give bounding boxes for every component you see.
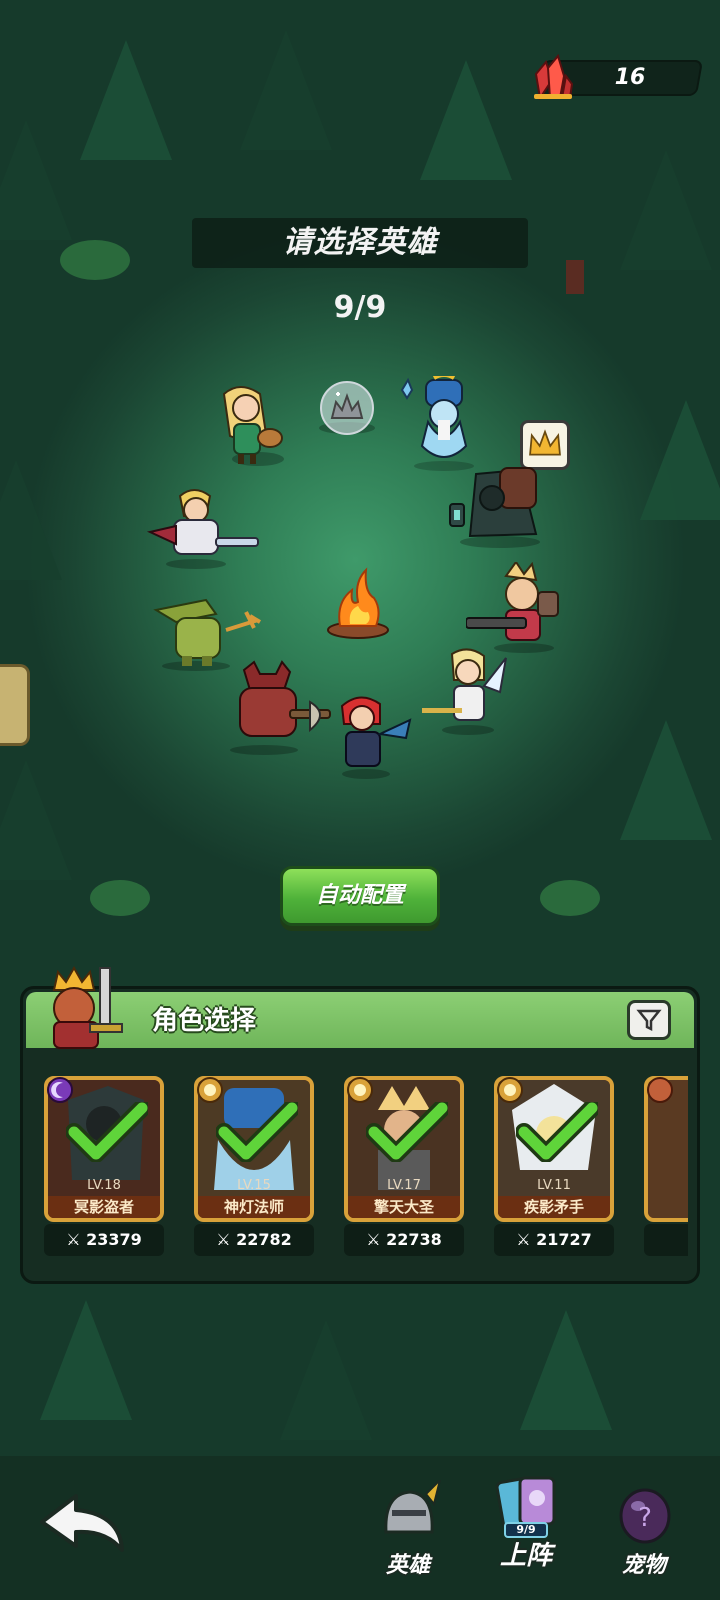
hero-power: ⚔ 21727 xyxy=(494,1224,614,1256)
filter-icon xyxy=(636,1009,662,1032)
hero-name: 擎天大圣 xyxy=(348,1196,460,1218)
page-title: 请选择英雄 xyxy=(192,218,528,268)
formation-count-badge: 9/9 xyxy=(504,1522,548,1538)
hero-card[interactable]: LV.11 疾影矛手 ⚔ 21727 xyxy=(486,1056,616,1256)
hero-name: 神灯法师 xyxy=(198,1196,310,1218)
element-icon xyxy=(647,1077,673,1103)
minotaur-hero-figure[interactable] xyxy=(214,660,334,756)
tree-decoration xyxy=(620,720,712,840)
tree-decoration xyxy=(0,760,72,880)
shadow-thief-hero-figure[interactable] xyxy=(440,464,550,548)
king-sword-icon xyxy=(52,965,123,1049)
tree-decoration xyxy=(620,150,712,270)
spear-hero-figure[interactable] xyxy=(422,646,512,736)
selected-count: 9/9 xyxy=(333,290,387,325)
lamp-mage-hero-figure[interactable] xyxy=(396,376,488,472)
tree-decoration xyxy=(80,40,172,160)
auto-configure-button[interactable]: 自动配置 xyxy=(280,866,440,926)
filter-button[interactable] xyxy=(627,1000,671,1040)
hero-level: LV.15 xyxy=(237,1178,271,1193)
power-value: 23379 xyxy=(86,1230,142,1249)
sun-icon xyxy=(197,1077,223,1103)
tree-decoration xyxy=(0,120,72,240)
bush-decoration xyxy=(90,880,150,916)
hero-power: ⚔ xyxy=(644,1224,688,1256)
svg-text:?: ? xyxy=(638,1503,652,1533)
power-value: 22782 xyxy=(236,1230,292,1249)
checkmark-icon xyxy=(366,1102,448,1162)
nav-label: 上阵 xyxy=(499,1541,552,1571)
tree-decoration xyxy=(420,60,512,180)
hero-card[interactable]: ⚔ xyxy=(636,1056,688,1256)
leader-marker xyxy=(520,420,570,470)
red-crystal-icon xyxy=(534,54,574,100)
tree-decoration xyxy=(640,400,720,520)
hero-card-list[interactable]: LV.18 冥影盗者 ⚔ 23379 LV.15 神灯法师 ⚔ 22782 LV… xyxy=(32,1056,688,1274)
power-value: 22738 xyxy=(386,1230,442,1249)
tree-decoration xyxy=(280,1320,372,1440)
hero-power: ⚔ 23379 xyxy=(44,1224,164,1256)
hero-power: ⚔ 22782 xyxy=(194,1224,314,1256)
campfire xyxy=(327,567,389,639)
sun-icon xyxy=(347,1077,373,1103)
checkmark-icon xyxy=(516,1102,598,1162)
nav-heroes[interactable]: 英雄 xyxy=(358,1480,458,1590)
power-value: 21727 xyxy=(536,1230,592,1249)
hero-card[interactable]: LV.15 神灯法师 ⚔ 22782 xyxy=(186,1056,316,1256)
checkmark-icon xyxy=(216,1102,298,1162)
bush-decoration xyxy=(60,240,130,280)
tree-decoration xyxy=(40,1300,132,1420)
checkmark-icon xyxy=(66,1102,148,1162)
hero-power: ⚔ 22738 xyxy=(344,1224,464,1256)
monkey-king-hero-figure[interactable] xyxy=(466,562,566,654)
nav-pets[interactable]: ? 宠物 xyxy=(594,1480,694,1590)
hero-card[interactable]: LV.18 冥影盗者 ⚔ 23379 xyxy=(36,1056,166,1256)
tree-decoration xyxy=(240,30,332,150)
tree-decoration xyxy=(0,460,62,580)
warrior-hero-figure[interactable] xyxy=(330,694,414,780)
nav-formation[interactable]: 9/9 上阵 xyxy=(476,1470,576,1580)
moon-icon xyxy=(47,1077,73,1103)
bard-hero-figure[interactable] xyxy=(206,384,296,468)
sun-icon xyxy=(497,1077,523,1103)
knight-hero-figure[interactable] xyxy=(146,486,262,570)
hero-card[interactable]: LV.17 擎天大圣 ⚔ 22738 xyxy=(336,1056,466,1256)
hero-name: 冥影盗者 xyxy=(48,1196,160,1218)
knight-helmet-icon xyxy=(384,1480,442,1534)
nav-label: 英雄 xyxy=(385,1553,430,1578)
back-arrow-icon[interactable] xyxy=(36,1488,128,1558)
panel-title: 角色选择 xyxy=(152,1006,257,1036)
hero-level: LV.17 xyxy=(387,1178,421,1193)
pet-egg-icon: ? xyxy=(619,1488,671,1544)
hero-level: LV.18 xyxy=(87,1178,121,1193)
tree-decoration xyxy=(520,1310,612,1430)
side-tab[interactable] xyxy=(0,664,30,746)
hero-name: 疾影矛手 xyxy=(498,1196,610,1218)
nav-label: 宠物 xyxy=(621,1553,666,1578)
crown-icon xyxy=(529,429,561,456)
empty-hero-slot-bubble[interactable] xyxy=(314,380,380,436)
currency-value: 16 xyxy=(614,65,646,90)
tree-trunk-decoration xyxy=(566,260,584,294)
hero-level: LV.11 xyxy=(537,1178,571,1193)
bush-decoration xyxy=(540,880,600,916)
